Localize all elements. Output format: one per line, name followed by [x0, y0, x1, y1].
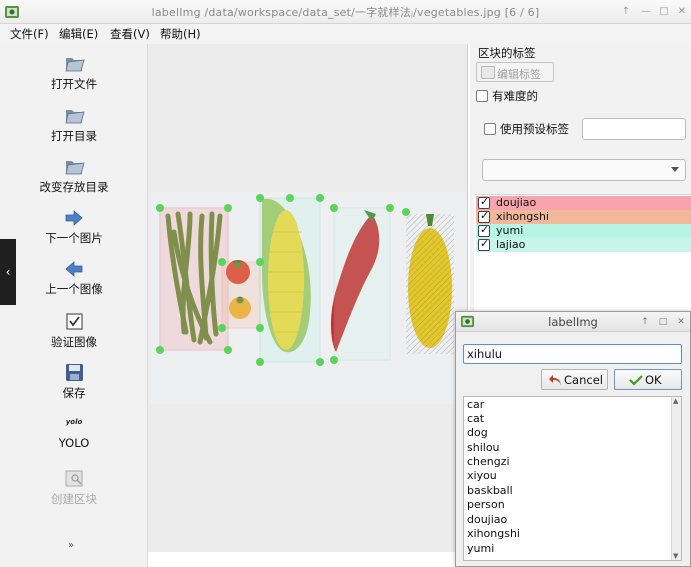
preset-label-input[interactable]: [582, 118, 686, 140]
label-item[interactable]: ✓ lajiao: [476, 237, 691, 252]
cancel-button[interactable]: Cancel: [541, 369, 608, 390]
list-item[interactable]: dog: [467, 426, 488, 439]
save-icon: [66, 364, 83, 381]
ok-button[interactable]: OK: [614, 369, 682, 390]
close-icon[interactable]: ✕: [676, 317, 686, 327]
save-button[interactable]: 保存: [0, 363, 148, 401]
label-item[interactable]: ✓ xihongshi: [476, 209, 691, 224]
list-item[interactable]: baskball: [467, 484, 513, 497]
folder-icon: [65, 58, 85, 72]
list-item[interactable]: shilou: [467, 441, 500, 454]
change-save-dir-button[interactable]: 改变存放目录: [0, 157, 148, 195]
use-preset-label: 使用预设标签: [500, 122, 569, 136]
menu-file[interactable]: 文件(F): [10, 26, 49, 42]
dock-title: 区块的标签: [478, 46, 536, 60]
chevron-down-icon: [671, 167, 679, 172]
label-input[interactable]: xihulu: [463, 344, 682, 364]
difficult-checkbox[interactable]: [476, 90, 488, 102]
difficult-label: 有难度的: [492, 89, 538, 103]
list-item[interactable]: chengzi: [467, 455, 510, 468]
menu-help[interactable]: 帮助(H): [160, 26, 201, 42]
label-checkbox[interactable]: ✓: [478, 195, 490, 209]
next-image-button[interactable]: 下一个图片: [0, 208, 148, 246]
list-item[interactable]: yumi: [467, 542, 494, 555]
window-title: labelImg /data/workspace/data_set/一字就样法ⱼ…: [151, 6, 540, 19]
scroll-up-icon[interactable]: ↑: [620, 6, 632, 18]
label-checkbox[interactable]: ✓: [478, 237, 490, 251]
menu-bar: 文件(F) 编辑(E) 查看(V) 帮助(H): [0, 24, 691, 44]
yolo-button[interactable]: yolo YOLO: [0, 416, 148, 450]
label-item[interactable]: ✓ doujiao: [476, 195, 691, 210]
label-item[interactable]: ✓ yumi: [476, 223, 691, 238]
check-icon: [629, 375, 643, 386]
arrow-left-icon: [65, 261, 83, 277]
edit-label-button[interactable]: 编辑标签: [476, 62, 554, 82]
list-item[interactable]: cat: [467, 412, 484, 425]
undo-icon: [549, 375, 561, 385]
scroll-up-icon[interactable]: ▲: [673, 397, 678, 405]
label-history-list: car cat dog shilou chengzi xiyou baskbal…: [463, 396, 682, 561]
yolo-icon: yolo: [65, 418, 83, 426]
label-combo[interactable]: [482, 159, 686, 181]
list-item[interactable]: car: [467, 398, 484, 411]
arrow-right-icon: [65, 210, 83, 226]
open-file-button[interactable]: 打开文件: [0, 54, 148, 92]
list-item[interactable]: person: [467, 498, 505, 511]
dialog-title: labelImg: [548, 315, 598, 329]
list-item[interactable]: doujiao: [467, 513, 507, 526]
scroll-up-icon[interactable]: ↑: [640, 317, 650, 327]
maximize-icon[interactable]: □: [658, 6, 670, 18]
menu-edit[interactable]: 编辑(E): [59, 26, 98, 42]
title-bar: labelImg /data/workspace/data_set/一字就样法ⱼ…: [0, 0, 691, 24]
vegetables-photo: [156, 194, 454, 366]
verify-image-button[interactable]: 验证图像: [0, 312, 148, 350]
scroll-down-icon[interactable]: ▼: [673, 552, 678, 560]
folder-icon: [65, 110, 85, 124]
minimize-icon[interactable]: —: [640, 6, 652, 18]
prev-arrow-icon[interactable]: ‹: [0, 239, 16, 305]
use-preset-checkbox[interactable]: [484, 123, 496, 135]
more-tools-icon[interactable]: »: [68, 540, 74, 551]
label-checkbox[interactable]: ✓: [478, 223, 490, 237]
list-item[interactable]: xihongshi: [467, 527, 520, 540]
list-scrollbar[interactable]: ▲ ▼: [671, 397, 681, 560]
open-dir-button[interactable]: 打开目录: [0, 106, 148, 144]
edit-icon: [481, 66, 495, 79]
verify-icon: [66, 313, 83, 330]
toolbar: 打开文件 打开目录 改变存放目录 下一个图片 上一个图像 验证图像 保存 yol…: [0, 44, 148, 567]
folder-icon: [65, 161, 85, 175]
maximize-icon[interactable]: □: [658, 317, 668, 327]
prev-image-button[interactable]: 上一个图像: [0, 259, 148, 297]
close-icon[interactable]: ✕: [676, 6, 688, 18]
create-box-icon: [65, 470, 83, 487]
list-item[interactable]: xiyou: [467, 469, 497, 482]
label-dialog: labelImg ↑ □ ✕ xihulu Cancel OK car cat …: [455, 311, 691, 567]
menu-view[interactable]: 查看(V): [110, 26, 150, 42]
create-box-button[interactable]: 创建区块: [0, 469, 148, 507]
label-checkbox[interactable]: ✓: [478, 209, 490, 223]
annotated-image[interactable]: [150, 192, 466, 404]
dialog-title-bar: labelImg ↑ □ ✕: [456, 312, 690, 332]
